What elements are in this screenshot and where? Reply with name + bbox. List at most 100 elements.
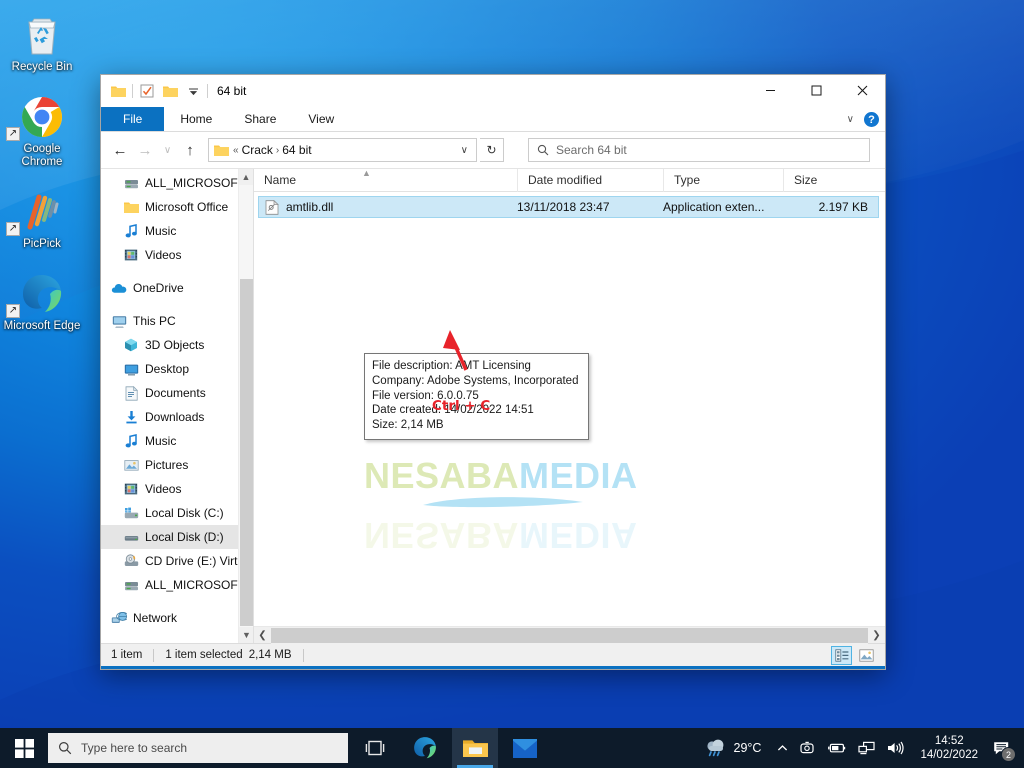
sidebar-item-label: Music <box>145 224 177 238</box>
notification-center-button[interactable]: 2 <box>987 728 1020 768</box>
desktop-icon-label: Google Chrome <box>21 143 63 168</box>
desktop-icon-recycle-bin[interactable]: Recycle Bin <box>0 6 84 78</box>
sidebar-item-cd-drive-e-virt[interactable]: CD Drive (E:) Virt <box>101 549 253 573</box>
taskbar: Type here to search 29°C 14:52 14/02/202… <box>0 728 1024 768</box>
status-divider <box>302 648 304 662</box>
tooltip-line: Size: 2,14 MB <box>372 419 444 432</box>
chevron-down-icon[interactable]: ∨ <box>847 114 854 125</box>
up-button[interactable]: ↑ <box>179 138 201 162</box>
camera-icon[interactable] <box>794 728 822 768</box>
tab-share[interactable]: Share <box>228 107 292 131</box>
task-view-button[interactable] <box>352 728 398 768</box>
properties-icon[interactable] <box>138 82 156 100</box>
sidebar-item-documents[interactable]: Documents <box>101 381 253 405</box>
microsoft-edge-button[interactable] <box>402 728 448 768</box>
maximize-button[interactable] <box>793 75 839 106</box>
forward-button[interactable]: → <box>134 138 156 162</box>
table-row[interactable]: amtlib.dll 13/11/2018 23:47 Application … <box>258 196 879 218</box>
refresh-button[interactable]: ↻ <box>480 138 504 162</box>
documents-icon <box>123 385 139 401</box>
sidebar-item-videos[interactable]: Videos <box>101 477 253 501</box>
desktop-icon-label: PicPick <box>23 238 61 250</box>
scrollbar-thumb[interactable] <box>271 627 868 643</box>
close-button[interactable] <box>839 75 885 106</box>
help-icon[interactable]: ? <box>864 112 879 127</box>
column-headers: Name Date modified Type Size ▲ <box>254 168 885 192</box>
volume-icon[interactable] <box>881 728 911 768</box>
minimize-button[interactable] <box>747 75 793 106</box>
horizontal-scrollbar[interactable]: ❮ ❯ <box>254 626 885 644</box>
weather-widget[interactable]: 29°C <box>699 728 772 768</box>
sidebar-item-label: Local Disk (D:) <box>145 530 224 544</box>
folder-icon[interactable] <box>109 82 127 100</box>
new-folder-icon[interactable] <box>161 82 179 100</box>
start-button[interactable] <box>0 728 48 768</box>
sidebar-item-music[interactable]: Music <box>101 219 253 243</box>
file-explorer-button[interactable] <box>452 728 498 768</box>
status-selection-size: 2,14 MB <box>248 649 292 661</box>
sidebar-item-onedrive[interactable]: OneDrive <box>101 276 253 300</box>
scrollbar-track[interactable] <box>271 626 868 644</box>
breadcrumb-item-crack[interactable]: Crack <box>242 143 273 157</box>
tab-file[interactable]: File <box>101 107 165 131</box>
mail-button[interactable] <box>502 728 548 768</box>
onedrive-icon <box>111 280 127 296</box>
tab-home[interactable]: Home <box>164 107 228 131</box>
battery-icon[interactable] <box>822 728 852 768</box>
sidebar-item-pictures[interactable]: Pictures <box>101 453 253 477</box>
sidebar-item-this-pc[interactable]: This PC <box>101 309 253 333</box>
sidebar-item-music[interactable]: Music <box>101 429 253 453</box>
tray-overflow-button[interactable] <box>771 728 794 768</box>
column-header-size[interactable]: Size <box>784 169 885 192</box>
column-header-name[interactable]: Name <box>254 168 518 192</box>
recent-locations-button[interactable]: ∨ <box>159 138 176 162</box>
search-input[interactable]: Search 64 bit <box>528 138 870 162</box>
scroll-right-arrow-icon[interactable]: ❯ <box>868 627 885 644</box>
scroll-down-arrow-icon[interactable]: ▼ <box>239 627 253 643</box>
clock[interactable]: 14:52 14/02/2022 <box>911 728 987 768</box>
sidebar-item-local-disk-c[interactable]: Local Disk (C:) <box>101 501 253 525</box>
sidebar-item-local-disk-d[interactable]: Local Disk (D:) <box>101 525 253 549</box>
rain-cloud-icon <box>706 739 723 757</box>
tooltip-line: Company: Adobe Systems, Incorporated <box>372 374 579 387</box>
back-button[interactable]: ← <box>109 138 131 162</box>
customize-dropdown-icon[interactable] <box>184 82 202 100</box>
sidebar-item-network[interactable]: Network <box>101 606 253 630</box>
scroll-up-arrow-icon[interactable]: ▲ <box>239 169 253 185</box>
sidebar-item-label: This PC <box>133 314 176 328</box>
sidebar-item-microsoft-office[interactable]: Microsoft Office <box>101 195 253 219</box>
file-type: Application exten... <box>663 200 765 214</box>
network-drive-icon <box>123 175 139 191</box>
tab-view[interactable]: View <box>292 107 350 131</box>
sidebar-item-label: OneDrive <box>133 281 184 295</box>
navigation-scrollbar[interactable]: ▲ ▼ <box>238 169 253 643</box>
network-icon[interactable] <box>852 728 881 768</box>
sidebar-item-desktop[interactable]: Desktop <box>101 357 253 381</box>
address-dropdown-icon[interactable]: ∨ <box>457 145 472 156</box>
sidebar-item-downloads[interactable]: Downloads <box>101 405 253 429</box>
sidebar-item-all-microsoft[interactable]: ALL_MICROSOFT <box>101 171 253 195</box>
column-header-type[interactable]: Type <box>664 168 784 192</box>
network-drive-icon <box>123 577 139 593</box>
sidebar-item-3d-objects[interactable]: 3D Objects <box>101 333 253 357</box>
window-controls <box>747 75 885 106</box>
desktop-icon-google-chrome[interactable]: ↗ Google Chrome <box>0 88 84 173</box>
breadcrumb-overflow[interactable]: « <box>233 145 239 156</box>
details-view-button[interactable] <box>831 645 852 665</box>
watermark-swoosh-icon <box>423 497 583 508</box>
scroll-left-arrow-icon[interactable]: ❮ <box>254 627 271 644</box>
breadcrumb-item-64bit[interactable]: 64 bit <box>282 143 311 157</box>
column-header-date-modified[interactable]: Date modified <box>518 168 664 192</box>
drive-icon <box>123 529 139 545</box>
taskbar-search-input[interactable]: Type here to search <box>48 733 348 763</box>
scrollbar-thumb[interactable] <box>240 279 253 626</box>
sidebar-item-all-microsoft[interactable]: ALL_MICROSOFT <box>101 573 253 597</box>
videos-icon <box>123 247 139 263</box>
desktop-icon-picpick[interactable]: ↗ PicPick <box>0 183 84 255</box>
downloads-icon <box>123 409 139 425</box>
large-icons-view-button[interactable] <box>856 646 877 665</box>
sidebar-item-videos[interactable]: Videos <box>101 243 253 267</box>
address-bar[interactable]: « Crack › 64 bit ∨ <box>208 138 477 162</box>
chevron-right-icon[interactable]: › <box>276 145 279 156</box>
desktop-icon-microsoft-edge[interactable]: ↗ Microsoft Edge <box>0 265 84 337</box>
